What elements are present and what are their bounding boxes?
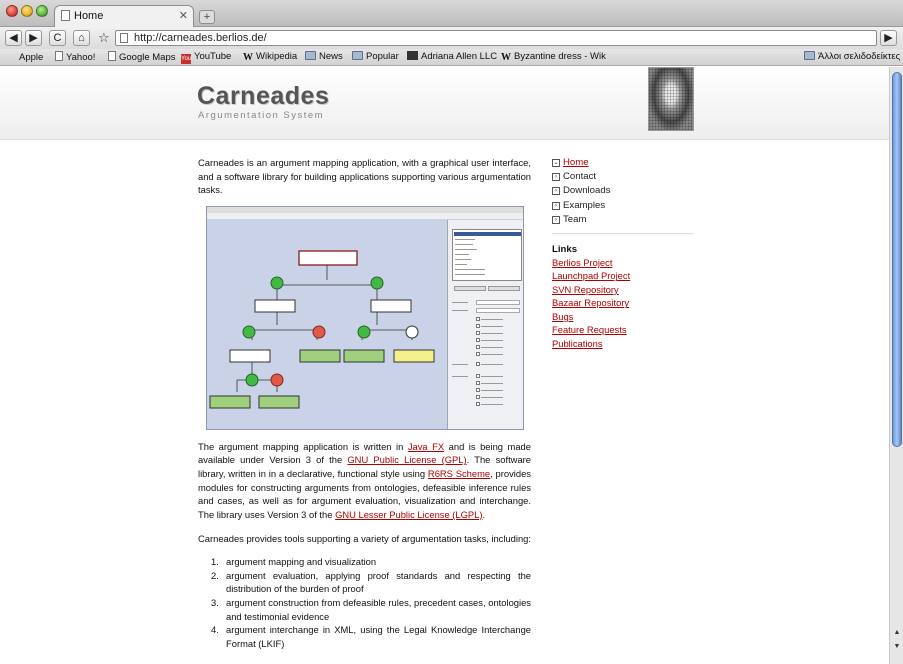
wikipedia-icon: W <box>243 52 253 63</box>
link-svn-repository[interactable]: SVN Repository <box>552 283 694 297</box>
link-java-fx[interactable]: Java FX <box>408 441 444 452</box>
links-heading: Links <box>552 243 578 255</box>
bookmark-folder-popular[interactable]: Popular <box>352 51 399 62</box>
screenshot-side-panel <box>447 219 523 429</box>
site-subtitle: Argumentation System <box>198 110 325 121</box>
chevron-right-icon: › <box>552 173 560 182</box>
scroll-down-arrow-icon[interactable]: ▼ <box>891 643 903 655</box>
home-button[interactable]: ⌂ <box>73 30 90 46</box>
site-header: Carneades Argumentation System <box>0 67 889 140</box>
nav-item-home[interactable]: ⌄ Home <box>552 156 694 170</box>
tab-home[interactable]: Home ✕ <box>54 5 194 27</box>
address-text[interactable]: http://carneades.berlios.de/ <box>134 32 267 44</box>
chevron-down-icon: ⌄ <box>552 159 560 167</box>
scrollbar-thumb[interactable] <box>892 72 902 447</box>
window-titlebar: Home ✕ + <box>0 0 903 27</box>
list-item: 2. argument evaluation, applying proof st… <box>211 569 531 595</box>
main-content: Carneades is an argument mapping applica… <box>198 156 531 651</box>
back-button[interactable]: ◀ <box>5 30 22 46</box>
link-launchpad-project[interactable]: Launchpad Project <box>552 269 694 283</box>
bookmark-other-folder[interactable]: Άλλοι σελιδοδείκτες <box>804 51 900 62</box>
browser-toolbar: ◀ ▶ C ⌂ ☆ http://carneades.berlios.de/ ▶ <box>0 27 903 49</box>
tasks-intro-paragraph: Carneades provides tools supporting a va… <box>198 533 532 545</box>
close-window-button[interactable] <box>6 5 18 17</box>
tab-title: Home <box>74 10 104 22</box>
bookmark-byzantine-dress[interactable]: W Byzantine dress - Wik <box>501 51 606 63</box>
list-item: 3. argument construction from defeasible … <box>211 597 531 622</box>
chevron-right-icon: › <box>552 187 560 196</box>
link-bugs[interactable]: Bugs <box>552 310 694 324</box>
link-feature-requests[interactable]: Feature Requests <box>552 323 694 337</box>
link-bazaar-repository[interactable]: Bazaar Repository <box>552 296 694 310</box>
vertical-scrollbar[interactable]: ▲ ▼ <box>889 67 903 664</box>
screenshot-menubar <box>207 212 523 219</box>
sidebar-divider <box>552 232 694 234</box>
new-tab-button[interactable]: + <box>199 10 215 24</box>
link-r6rs-scheme[interactable]: R6RS Scheme <box>428 468 490 479</box>
wikipedia-icon: W <box>501 52 511 63</box>
nav-item-contact[interactable]: › Contact <box>552 170 694 184</box>
link-berlios-project[interactable]: Berlios Project <box>552 256 694 270</box>
address-bar[interactable]: http://carneades.berlios.de/ <box>115 30 877 46</box>
folder-icon <box>804 51 815 60</box>
description-paragraph: The argument mapping application is writ… <box>198 440 532 520</box>
list-item: 1. argument mapping and visualization <box>211 555 377 567</box>
task-list: 1. argument mapping and visualization 2. a… <box>198 555 531 650</box>
go-button[interactable]: ▶ <box>880 30 897 46</box>
link-gpl[interactable]: GNU Public License (GPL) <box>347 454 466 465</box>
zoom-window-button[interactable] <box>36 5 48 17</box>
page-icon <box>108 51 116 61</box>
reload-button[interactable]: C <box>49 30 66 46</box>
site-title: Carneades <box>197 82 330 110</box>
close-icon[interactable]: ✕ <box>179 9 188 22</box>
apple-icon <box>6 51 16 61</box>
intro-paragraph: Carneades is an argument mapping applica… <box>198 157 531 196</box>
chevron-right-icon: › <box>552 215 560 224</box>
portrait-image <box>648 67 694 131</box>
site-icon <box>407 51 418 60</box>
app-screenshot-image <box>206 205 524 430</box>
nav-item-downloads[interactable]: › Downloads <box>552 184 694 198</box>
page-icon <box>55 51 63 61</box>
scroll-up-arrow-icon[interactable]: ▲ <box>891 629 903 641</box>
folder-icon <box>352 51 363 60</box>
bookmark-youtube[interactable]: You YouTube <box>181 51 231 64</box>
screenshot-argument-graph <box>209 250 435 409</box>
nav-item-team[interactable]: › Team <box>552 213 694 227</box>
list-item: 4. argument interchange in XML, using the… <box>211 624 531 649</box>
bookmark-wikipedia[interactable]: W Wikipedia <box>243 51 297 63</box>
forward-button[interactable]: ▶ <box>25 30 42 46</box>
bookmark-google-maps[interactable]: Google Maps <box>108 51 176 63</box>
link-publications[interactable]: Publications <box>552 337 694 351</box>
link-lgpl[interactable]: GNU Lesser Public License (LGPL) <box>335 509 482 520</box>
bookmark-star-icon[interactable]: ☆ <box>98 30 110 45</box>
bookmark-folder-news[interactable]: News <box>305 51 343 62</box>
page-icon <box>61 10 70 21</box>
screenshot-list <box>452 228 522 281</box>
bookmarks-bar: Apple Yahoo! Google Maps You YouTube W Wik… <box>0 49 903 66</box>
youtube-icon: You <box>181 54 192 64</box>
bookmark-yahoo[interactable]: Yahoo! <box>55 51 95 63</box>
bookmark-adriana-allen[interactable]: Adriana Allen LLC <box>407 51 497 62</box>
chevron-right-icon: › <box>552 201 560 210</box>
nav-item-examples[interactable]: › Examples <box>552 199 694 213</box>
folder-icon <box>305 51 316 60</box>
sidebar: ⌄ Home › Contact › Downloads › Examples › Tea… <box>552 156 694 350</box>
page-icon <box>120 33 128 43</box>
minimize-window-button[interactable] <box>21 5 33 17</box>
bookmark-apple[interactable]: Apple <box>6 51 43 63</box>
